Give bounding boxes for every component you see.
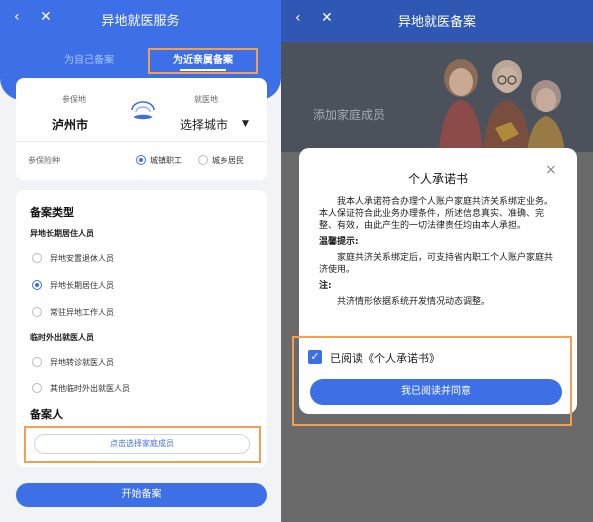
filing-type-card: 备案类型 异地长期居住人员 异地安置退休人员 异地长期居住人员 常驻异地工作人员… [16,190,267,467]
insured-place-value: 泸州市 [52,118,89,132]
page-title: 异地就医服务 [101,14,180,29]
commitment-paragraph: 我本人承诺符合办理个人账户家庭共济关系绑定业务。本人保证符合此业务办理条件，所述… [319,197,554,231]
radio-urban-rural-resident[interactable] [198,155,208,165]
chevron-down-icon: ▼ [242,119,249,129]
radio-relocated-retiree[interactable] [32,253,42,263]
radio-referral-patient[interactable] [32,357,42,367]
treatment-place-label: 就医地 [194,95,218,104]
tab-active-indicator [180,69,226,71]
note-title: 注: [319,281,332,291]
agree-checkbox-label: 已阅读《个人承诺书》 [330,352,440,365]
tip-title: 温馨提示: [319,237,359,247]
tab-relative-filing[interactable]: 为近亲属备案 [148,48,258,74]
location-card: 参保地 泸州市 就医地 选择城市 ▼ 参保险种 城镇职工 城乡居民 [16,78,267,180]
family-illustration [439,59,565,152]
add-family-member-text: 添加家庭成员 [313,108,386,122]
divider [16,141,267,142]
option-referral-patient: 异地转诊就医人员 [50,358,114,367]
close-icon[interactable]: × [545,162,557,178]
swap-location-icon[interactable] [128,100,158,122]
screenshot-root: ‹ ✕ 异地就医服务 为自己备案 为近亲属备案 参保地 泸州市 就医地 选择城市… [0,0,593,522]
insurance-type-label: 参保险种 [28,156,60,165]
family-banner: 添加家庭成员 [281,42,593,152]
option-resident-worker: 常驻异地工作人员 [50,308,114,317]
right-header: ‹ ✕ 异地就医备案 [281,0,593,42]
option-urban-rural-resident: 城乡居民 [212,156,244,165]
long-term-group-title: 异地长期居住人员 [30,229,94,238]
treatment-city-select[interactable]: 选择城市 [180,116,228,133]
filer-title: 备案人 [30,408,63,421]
filing-type-title: 备案类型 [30,206,74,219]
modal-title: 个人承诺书 [407,172,468,186]
radio-resident-worker[interactable] [32,307,42,317]
confirm-read-button[interactable]: 我已阅读并同意 [310,379,562,405]
tab-self-filing[interactable]: 为自己备案 [48,51,130,66]
agree-checkbox[interactable]: ✓ [308,350,322,364]
tab-relative-label: 为近亲属备案 [173,55,233,66]
option-relocated-retiree: 异地安置退休人员 [50,254,114,263]
note-text: 共济情形依据系统开发情况动态调整。 [337,297,491,307]
insured-place-label: 参保地 [62,95,86,104]
right-screen: ‹ ✕ 异地就医备案 添加家庭成员 个人承诺书 × 我本人承诺符合办理个人账户家… [281,0,593,522]
choose-family-member-button[interactable]: 点击选择家庭成员 [34,434,250,454]
temporary-group-title: 临时外出就医人员 [30,333,94,342]
radio-long-term-resident[interactable] [32,280,42,290]
page-title: 异地就医备案 [397,15,476,30]
choose-member-highlight: 点击选择家庭成员 [24,426,261,463]
commitment-text: 我本人承诺符合办理个人账户家庭共济关系绑定业务。本人保证符合此业务办理条件，所述… [319,196,559,312]
radio-other-temporary[interactable] [32,383,42,393]
option-urban-employee: 城镇职工 [150,156,182,165]
option-other-temporary: 其他临时外出就医人员 [50,384,130,393]
agreement-highlight: ✓ 已阅读《个人承诺书》 我已阅读并同意 [292,336,572,426]
left-screen: ‹ ✕ 异地就医服务 为自己备案 为近亲属备案 参保地 泸州市 就医地 选择城市… [0,0,281,522]
start-filing-button[interactable]: 开始备案 [16,483,267,507]
radio-urban-employee[interactable] [136,155,146,165]
option-long-term-resident: 异地长期居住人员 [50,281,114,290]
tip-text: 家庭共济关系绑定后，可支持省内职工个人账户家庭共济使用。 [319,253,554,275]
